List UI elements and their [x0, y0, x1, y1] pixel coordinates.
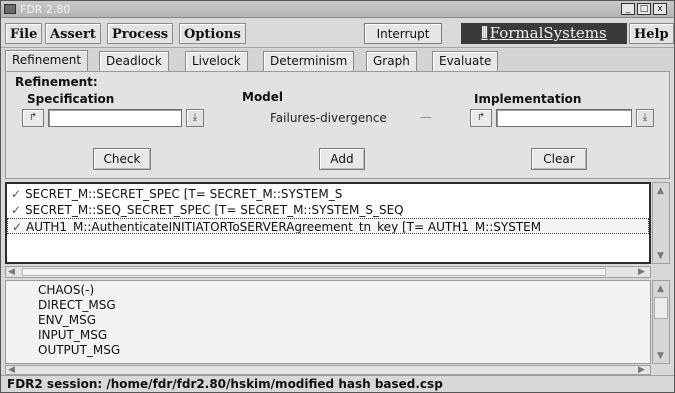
- tab-livelock[interactable]: Livelock: [185, 51, 248, 71]
- scroll-up-icon[interactable]: ▲: [657, 186, 664, 196]
- check-icon: ✓: [10, 187, 22, 201]
- assertion-text: AUTH1_M::AuthenticateINITIATORToSERVERAg…: [26, 220, 542, 234]
- status-bar: FDR2 session: /home/fdr/fdr2.80/hskim/mo…: [1, 375, 674, 392]
- scroll-left-icon[interactable]: ◀: [8, 365, 15, 375]
- assertion-row[interactable]: ✓ SECRET_M::SECRET_SPEC [T= SECRET_M::SYS…: [7, 186, 649, 202]
- impl-dropdown-button[interactable]: ⤓: [636, 109, 654, 127]
- fdr-window: FDR 2.80 _ □ x File Assert Process Optio…: [0, 0, 675, 393]
- check-button[interactable]: Check: [93, 148, 151, 170]
- close-button[interactable]: x: [653, 3, 667, 15]
- minimize-button[interactable]: _: [621, 3, 635, 15]
- spec-dropdown-button[interactable]: ⤓: [186, 109, 204, 127]
- interrupt-button[interactable]: Interrupt: [364, 23, 442, 44]
- scroll-down-icon[interactable]: ▼: [657, 351, 664, 361]
- clear-button[interactable]: Clear: [531, 148, 587, 170]
- logo-mark-icon: ⫴: [481, 24, 488, 42]
- process-item[interactable]: OUTPUT_MSG: [38, 343, 120, 358]
- process-item[interactable]: INPUT_MSG: [38, 328, 107, 343]
- check-icon: ✓: [11, 220, 23, 234]
- process-item[interactable]: CHAOS(-): [38, 283, 94, 298]
- maximize-button[interactable]: □: [637, 3, 651, 15]
- assertion-row[interactable]: ✓ AUTH1_M::AuthenticateINITIATORToSERVERA…: [7, 218, 649, 234]
- app-icon[interactable]: [4, 4, 16, 14]
- model-option-dash-icon[interactable]: —: [420, 110, 432, 124]
- impl-load-button[interactable]: ↱: [470, 109, 492, 127]
- model-label: Model: [242, 90, 284, 104]
- assertion-text: SECRET_M::SEQ_SECRET_SPEC [T= SECRET_M::…: [25, 203, 404, 217]
- check-icon: ✓: [10, 203, 22, 217]
- process-item[interactable]: ENV_MSG: [38, 313, 96, 328]
- menu-bar: File Assert Process Options Interrupt ⫴ F…: [1, 19, 674, 48]
- menu-process[interactable]: Process: [107, 23, 174, 44]
- menu-options[interactable]: Options: [179, 23, 246, 44]
- tab-graph[interactable]: Graph: [366, 51, 417, 71]
- dropdown-arrow-icon: ⤓: [192, 112, 198, 123]
- process-vertical-scrollbar[interactable]: ▲ ▼: [652, 280, 670, 364]
- tab-refinement[interactable]: Refinement: [5, 50, 89, 72]
- specification-label: Specification: [27, 92, 115, 106]
- dropdown-arrow-icon: ⤓: [642, 112, 648, 123]
- tab-determinism[interactable]: Determinism: [263, 51, 355, 71]
- vertical-scroll-thumb[interactable]: [654, 297, 668, 319]
- assertion-vertical-scrollbar[interactable]: ▲ ▼: [652, 182, 670, 264]
- assertion-horizontal-scrollbar[interactable]: ◀ ▶: [5, 266, 651, 278]
- window-title: FDR 2.80: [20, 3, 71, 16]
- assertion-list[interactable]: ✓ SECRET_M::SECRET_SPEC [T= SECRET_M::SYS…: [5, 182, 651, 264]
- menu-help[interactable]: Help: [629, 23, 674, 44]
- tab-evaluate[interactable]: Evaluate: [432, 51, 499, 71]
- assertion-text: SECRET_M::SECRET_SPEC [T= SECRET_M::SYST…: [25, 187, 343, 201]
- tab-deadlock[interactable]: Deadlock: [99, 51, 169, 71]
- scroll-up-icon[interactable]: ▲: [657, 284, 664, 294]
- refinement-panel: Refinement: Specification Model Implemen…: [5, 71, 670, 179]
- process-horizontal-scrollbar[interactable]: ◀ ▶: [5, 365, 651, 375]
- load-arrow-icon: ↱: [476, 112, 486, 123]
- scroll-left-icon[interactable]: ◀: [8, 267, 15, 277]
- process-item[interactable]: DIRECT_MSG: [38, 298, 116, 313]
- menu-assert[interactable]: Assert: [45, 23, 101, 44]
- assertion-row[interactable]: ✓ SECRET_M::SEQ_SECRET_SPEC [T= SECRET_M:…: [7, 202, 649, 218]
- refinement-heading: Refinement:: [15, 75, 98, 89]
- implementation-input[interactable]: [496, 109, 632, 127]
- menu-file[interactable]: File: [5, 23, 43, 44]
- title-bar[interactable]: FDR 2.80 _ □ x: [1, 1, 674, 18]
- horizontal-scroll-thumb[interactable]: [22, 268, 606, 276]
- logo-text: FormalSystems: [489, 24, 607, 42]
- load-arrow-icon: ↱: [28, 112, 38, 123]
- process-list[interactable]: CHAOS(-) DIRECT_MSG ENV_MSG INPUT_MSG OU…: [5, 280, 651, 364]
- scroll-right-icon[interactable]: ▶: [638, 267, 645, 277]
- model-select[interactable]: Failures-divergence: [270, 111, 387, 125]
- scroll-right-icon[interactable]: ▶: [638, 365, 645, 375]
- formal-systems-logo: ⫴ FormalSystems: [461, 23, 627, 44]
- spec-load-button[interactable]: ↱: [22, 109, 44, 127]
- add-button[interactable]: Add: [319, 148, 365, 170]
- scroll-down-icon[interactable]: ▼: [657, 251, 664, 261]
- implementation-label: Implementation: [474, 92, 582, 106]
- specification-input[interactable]: [48, 109, 182, 127]
- tab-bar: Refinement Deadlock Livelock Determinism…: [1, 49, 674, 72]
